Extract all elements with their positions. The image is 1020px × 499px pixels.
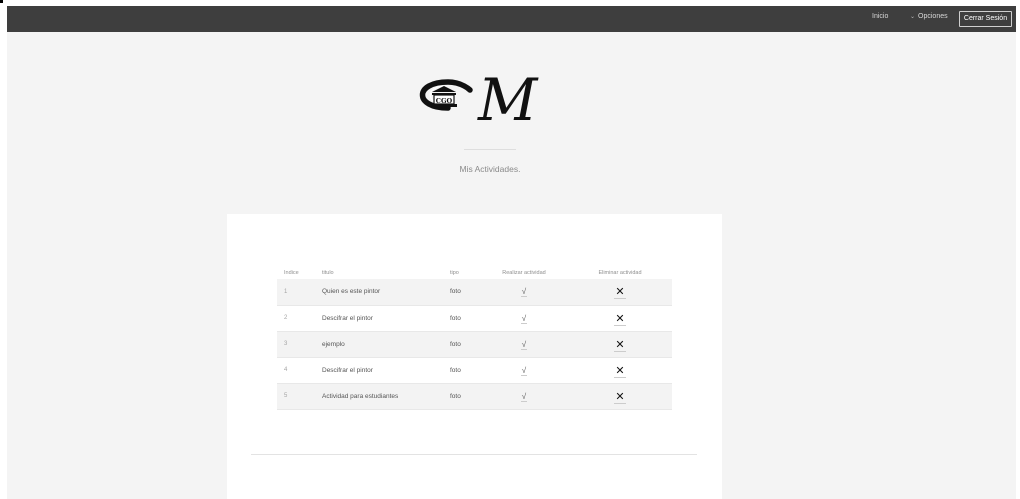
cell-indice: 1 <box>277 279 310 306</box>
card-divider <box>251 454 697 455</box>
check-icon[interactable]: √ <box>520 365 528 376</box>
logo-initials: CGO <box>436 97 453 105</box>
nav-opciones-label: Opciones <box>918 13 948 20</box>
cell-titulo: Quien es este pintor <box>310 279 450 306</box>
page: Inicio ⌄ Opciones Cerrar Sesión CGO M Mis… <box>0 0 1020 499</box>
cell-tipo: foto <box>450 279 480 306</box>
table-row: 3 ejemplo foto √ ✕ <box>277 331 672 358</box>
table-row: 1 Quien es este pintor foto √ ✕ <box>277 279 672 306</box>
activities-card: Indice titulo tipo Realizar actividad El… <box>227 214 722 499</box>
delete-x-icon[interactable]: ✕ <box>614 337 626 352</box>
check-icon[interactable]: √ <box>520 287 528 298</box>
cell-indice: 2 <box>277 305 310 332</box>
header-tipo: tipo <box>450 269 459 276</box>
logout-button[interactable]: Cerrar Sesión <box>959 11 1012 27</box>
top-navbar: Inicio ⌄ Opciones Cerrar Sesión <box>7 6 1016 32</box>
header-realizar: Realizar actividad <box>502 269 546 276</box>
cell-titulo: Actividad para estudiantes <box>310 383 450 410</box>
table-row: 2 Descifrar el pintor foto √ ✕ <box>277 305 672 332</box>
table-header-row: Indice titulo tipo Realizar actividad El… <box>277 266 672 279</box>
cell-indice: 5 <box>277 383 310 410</box>
logo: CGO M <box>419 66 539 130</box>
cell-titulo: ejemplo <box>310 331 450 358</box>
cell-indice: 3 <box>277 331 310 358</box>
main-content: CGO M Mis Actividades. Indice titulo tip… <box>7 32 1016 499</box>
check-icon[interactable]: √ <box>520 313 528 324</box>
logo-letter: M <box>477 66 539 130</box>
title-divider <box>464 149 516 150</box>
delete-x-icon[interactable]: ✕ <box>614 363 626 378</box>
cell-titulo: Descifrar el pintor <box>310 305 450 332</box>
check-icon[interactable]: √ <box>520 339 528 350</box>
cell-titulo: Descifrar el pintor <box>310 357 450 384</box>
activities-table: Indice titulo tipo Realizar actividad El… <box>277 266 672 410</box>
cell-indice: 4 <box>277 357 310 384</box>
nav-opciones-dropdown[interactable]: ⌄ Opciones <box>910 13 948 20</box>
page-title: Mis Actividades. <box>459 164 521 174</box>
table-row: 4 Descifrar el pintor foto √ ✕ <box>277 357 672 384</box>
header-eliminar: Eliminar actividad <box>598 269 642 276</box>
cell-tipo: foto <box>450 383 480 410</box>
check-icon[interactable]: √ <box>520 391 528 402</box>
header-titulo: titulo <box>322 269 334 276</box>
header-indice: Indice <box>284 269 299 276</box>
cell-tipo: foto <box>450 357 480 384</box>
delete-x-icon[interactable]: ✕ <box>614 311 626 326</box>
cell-tipo: foto <box>450 331 480 358</box>
nav-inicio-link[interactable]: Inicio <box>872 13 888 20</box>
delete-x-icon[interactable]: ✕ <box>614 285 626 300</box>
cell-tipo: foto <box>450 305 480 332</box>
delete-x-icon[interactable]: ✕ <box>614 389 626 404</box>
table-row: 5 Actividad para estudiantes foto √ ✕ <box>277 383 672 410</box>
chevron-down-icon: ⌄ <box>910 14 916 20</box>
